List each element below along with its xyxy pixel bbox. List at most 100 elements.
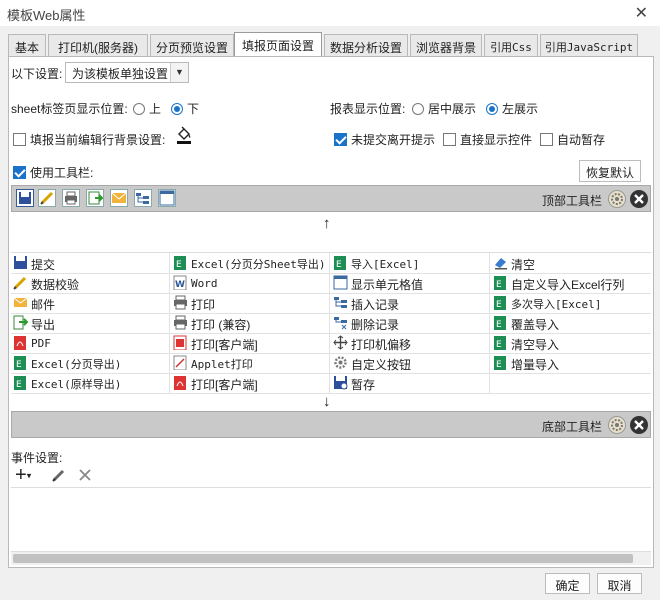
toolbar-item-print[interactable]: 打印: [171, 293, 215, 313]
data-check-icon[interactable]: [38, 189, 56, 207]
toolbar-item-submit[interactable]: 提交: [11, 253, 55, 273]
excel-icon: E: [173, 255, 188, 270]
item-label: 删除记录: [351, 318, 400, 332]
radio-label: 左展示: [502, 102, 539, 116]
checkbox-autosave[interactable]: 自动暂存: [540, 131, 605, 148]
edit-icon[interactable]: [51, 467, 67, 486]
paint-bucket-icon[interactable]: [175, 125, 193, 145]
toolbar-item-import-excel[interactable]: E 导入[Excel]: [331, 253, 419, 273]
delete-icon[interactable]: [77, 467, 93, 486]
remove-icon[interactable]: [630, 190, 648, 208]
excel-icon: E: [493, 355, 508, 370]
export-icon: [13, 315, 29, 330]
checkbox-use-toolbar[interactable]: 使用工具栏:: [13, 164, 93, 181]
svg-text:E: E: [496, 320, 502, 330]
toolbar-item-clear[interactable]: 清空: [491, 253, 535, 273]
fill-page-settings-panel: 以下设置: 为该模板单独设置 ▼ sheet标签页显示位置: 上 下 报表显示位…: [8, 56, 654, 568]
toolbar-item-custom-import-excel[interactable]: E 自定义导入Excel行列: [491, 273, 624, 293]
toolbar-item-insert-record[interactable]: 插入记录: [331, 293, 399, 313]
toolbar-item-delete-record[interactable]: 删除记录: [331, 313, 399, 333]
show-cell-value-icon[interactable]: [158, 189, 176, 207]
tab-browser-bg[interactable]: 浏览器背景: [410, 34, 482, 56]
svg-text:E: E: [496, 340, 502, 350]
excel-icon: E: [493, 275, 508, 290]
sheet-tab-position-label: sheet标签页显示位置:: [11, 102, 128, 116]
save-icon[interactable]: [16, 189, 34, 207]
add-icon[interactable]: +▾: [15, 465, 31, 486]
move-up-arrow-icon[interactable]: ↑: [323, 215, 331, 232]
gear-icon[interactable]: [608, 190, 626, 208]
toolbar-item-mail[interactable]: 邮件: [11, 293, 55, 313]
tab-label: 分页预览设置: [155, 41, 228, 55]
toolbar-item-pdf[interactable]: PDF: [11, 333, 51, 353]
checkbox-icon: [443, 133, 456, 146]
scope-label: 以下设置:: [11, 67, 63, 81]
item-label: 数据校验: [31, 278, 80, 292]
event-list-divider: [11, 487, 651, 488]
item-label: 导入[Excel]: [351, 258, 420, 271]
checkbox-icon: [13, 133, 26, 146]
scrollbar-thumb[interactable]: [13, 554, 633, 563]
close-icon[interactable]: ✕: [635, 3, 648, 23]
toolbar-item-data-check[interactable]: 数据校验: [11, 273, 79, 293]
bottom-toolbar-label: 底部工具栏: [541, 420, 602, 434]
radio-report-center[interactable]: 居中展示: [412, 100, 476, 117]
toolbar-item-word[interactable]: W Word: [171, 273, 218, 293]
checkbox-direct-show-control[interactable]: 直接显示控件: [443, 131, 532, 148]
tab-data-analysis[interactable]: 数据分析设置: [324, 34, 408, 56]
delete-record-icon: [333, 315, 348, 330]
cancel-button[interactable]: 取消: [597, 573, 642, 594]
toolbar-item-custom-button[interactable]: 自定义按钮: [331, 353, 411, 373]
toolbar-item-print-compatible[interactable]: 打印 (兼容): [171, 313, 250, 333]
item-label: 打印[客户端]: [191, 338, 258, 352]
toolbar-item-multi-import-excel[interactable]: E 多次导入[Excel]: [491, 293, 601, 313]
item-label: 邮件: [31, 298, 56, 312]
toolbar-item-clear-import[interactable]: E 清空导入: [491, 333, 559, 353]
radio-sheet-tab-bottom[interactable]: 下: [171, 100, 199, 117]
tab-printer-server[interactable]: 打印机(服务器): [48, 34, 148, 56]
tab-label: 填报页面设置: [241, 39, 314, 53]
delete-record-icon[interactable]: [134, 189, 152, 207]
mail-icon[interactable]: [110, 189, 128, 207]
tab-page-preview[interactable]: 分页预览设置: [150, 34, 234, 56]
ok-button[interactable]: 确定: [545, 573, 590, 594]
print-icon[interactable]: [62, 189, 80, 207]
toolbar-item-print-client[interactable]: 打印[客户端]: [171, 333, 258, 353]
toolbar-item-incremental-import[interactable]: E 增量导入: [491, 353, 559, 373]
radio-sheet-tab-top[interactable]: 上: [133, 100, 161, 117]
item-label: 显示单元格值: [351, 278, 424, 292]
gear-icon[interactable]: [608, 416, 626, 434]
toolbar-item-printer-offset[interactable]: 打印机偏移: [331, 333, 411, 353]
item-label: Word: [191, 277, 218, 290]
tab-fill-page[interactable]: 填报页面设置: [234, 32, 322, 56]
toolbar-item-print-client-pdf[interactable]: 打印[客户端]: [171, 373, 258, 393]
horizontal-scrollbar[interactable]: [11, 551, 651, 565]
move-down-arrow-icon[interactable]: ↓: [323, 393, 331, 410]
toolbar-item-applet-print[interactable]: Applet打印: [171, 353, 253, 373]
excel-icon: E: [493, 295, 508, 310]
toolbar-item-excel-page-export[interactable]: E Excel(分页导出): [11, 353, 121, 373]
scope-select[interactable]: 为该模板单独设置 ▼: [65, 62, 189, 83]
tab-ref-javascript[interactable]: 引用JavaScript: [540, 34, 638, 56]
toolbar-item-excel-sheet-export[interactable]: E Excel(分页分Sheet导出): [171, 253, 325, 273]
tab-ref-css[interactable]: 引用Css: [484, 34, 538, 56]
radio-report-left[interactable]: 左展示: [486, 100, 538, 117]
remove-icon[interactable]: [630, 416, 648, 434]
toolbar-item-excel-raw-export[interactable]: E Excel(原样导出): [11, 373, 121, 393]
item-label: 导出: [31, 318, 56, 332]
toolbar-item-show-cell-value[interactable]: 显示单元格值: [331, 273, 423, 293]
toolbar-item-overwrite-import[interactable]: E 覆盖导入: [491, 313, 559, 333]
restore-default-button[interactable]: 恢复默认: [579, 160, 641, 182]
toolbar-item-export[interactable]: 导出: [11, 313, 55, 333]
chevron-down-icon: ▼: [170, 63, 188, 82]
item-label: Applet打印: [191, 358, 253, 371]
export-icon[interactable]: [86, 189, 104, 207]
tab-basic[interactable]: 基本: [8, 34, 46, 56]
checkbox-unsubmitted-warning[interactable]: 未提交离开提示: [334, 131, 435, 148]
toolbar-item-temp-save[interactable]: 暂存: [331, 373, 375, 393]
checkbox-fill-row-bg[interactable]: 填报当前编辑行背景设置:: [13, 131, 165, 148]
item-label: 清空导入: [511, 338, 560, 352]
tab-bar: 基本 打印机(服务器) 分页预览设置 填报页面设置 数据分析设置 浏览器背景 引…: [8, 32, 654, 56]
tab-label: 引用JavaScript: [544, 41, 634, 54]
print-icon: [173, 315, 188, 330]
